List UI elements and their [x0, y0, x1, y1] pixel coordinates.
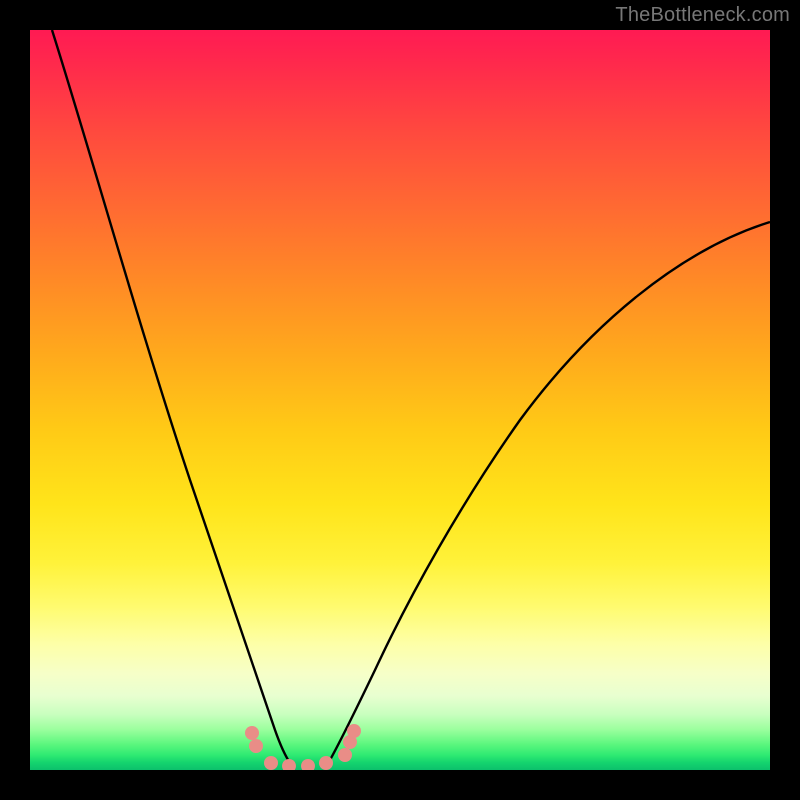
watermark-text: TheBottleneck.com [615, 4, 790, 27]
valley-markers [245, 724, 361, 770]
left-curve [52, 30, 293, 767]
chart-frame: TheBottleneck.com [0, 0, 800, 800]
right-curve [326, 222, 770, 767]
plot-area [30, 30, 770, 770]
curve-layer [30, 30, 770, 770]
